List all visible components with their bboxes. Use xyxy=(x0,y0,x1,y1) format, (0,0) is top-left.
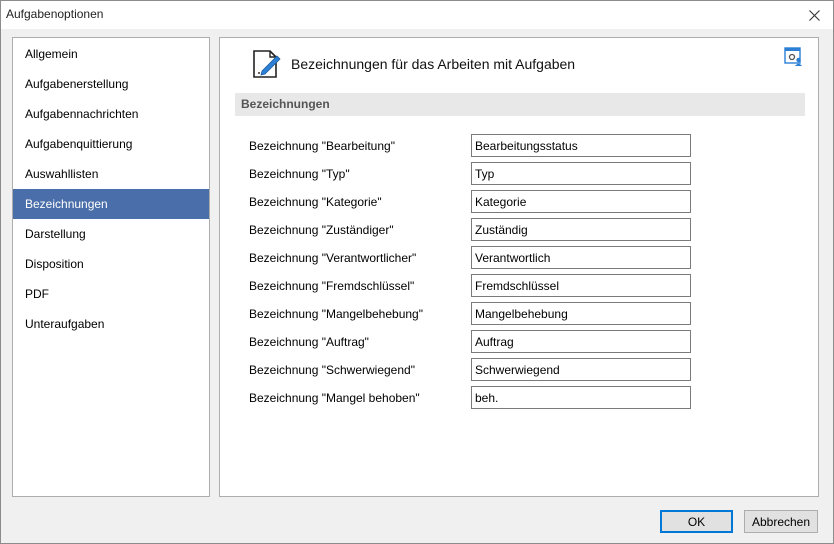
label-row: Bezeichnung "Schwerwiegend" xyxy=(220,358,820,386)
close-button[interactable] xyxy=(803,5,825,25)
row-label: Bezeichnung "Kategorie" xyxy=(249,195,382,209)
auftrag-field[interactable] xyxy=(471,330,691,353)
sidebar-item-allgemein[interactable]: Allgemein xyxy=(13,39,209,69)
typ-field[interactable] xyxy=(471,162,691,185)
fremdschluessel-field[interactable] xyxy=(471,274,691,297)
sidebar-item-aufgabennachrichten[interactable]: Aufgabennachrichten xyxy=(13,99,209,129)
row-label: Bezeichnung "Zuständiger" xyxy=(249,223,394,237)
sidebar-item-aufgabenquittierung[interactable]: Aufgabenquittierung xyxy=(13,129,209,159)
label-row: Bezeichnung "Zuständiger" xyxy=(220,218,820,246)
row-label: Bezeichnung "Verantwortlicher" xyxy=(249,251,417,265)
label-settings-list: Bezeichnung "Bearbeitung" Bezeichnung "T… xyxy=(220,134,820,414)
label-row: Bezeichnung "Bearbeitung" xyxy=(220,134,820,162)
sidebar-item-bezeichnungen[interactable]: Bezeichnungen xyxy=(13,189,209,219)
sidebar-item-aufgabenerstellung[interactable]: Aufgabenerstellung xyxy=(13,69,209,99)
mangelbehebung-field[interactable] xyxy=(471,302,691,325)
row-label: Bezeichnung "Fremdschlüssel" xyxy=(249,279,415,293)
label-row: Bezeichnung "Typ" xyxy=(220,162,820,190)
sidebar-item-disposition[interactable]: Disposition xyxy=(13,249,209,279)
title-bar: Aufgabenoptionen xyxy=(1,1,833,29)
settings-user-icon[interactable] xyxy=(784,47,804,67)
row-label: Bezeichnung "Mangelbehebung" xyxy=(249,307,423,321)
label-row: Bezeichnung "Verantwortlicher" xyxy=(220,246,820,274)
schwerwiegend-field[interactable] xyxy=(471,358,691,381)
page-title: Bezeichnungen für das Arbeiten mit Aufga… xyxy=(291,56,576,72)
document-edit-icon xyxy=(253,50,281,78)
category-list: Allgemein Aufgabenerstellung Aufgabennac… xyxy=(12,37,210,497)
zustaendiger-field[interactable] xyxy=(471,218,691,241)
settings-panel: Bezeichnungen für das Arbeiten mit Aufga… xyxy=(219,37,819,497)
dialog-window: Aufgabenoptionen Allgemein Aufgabenerste… xyxy=(0,0,834,544)
sidebar-item-auswahllisten[interactable]: Auswahllisten xyxy=(13,159,209,189)
verantwortlicher-field[interactable] xyxy=(471,246,691,269)
label-row: Bezeichnung "Kategorie" xyxy=(220,190,820,218)
sidebar-item-pdf[interactable]: PDF xyxy=(13,279,209,309)
row-label: Bezeichnung "Schwerwiegend" xyxy=(249,363,415,377)
sidebar-item-unteraufgaben[interactable]: Unteraufgaben xyxy=(13,309,209,339)
row-label: Bezeichnung "Typ" xyxy=(249,167,350,181)
row-label: Bezeichnung "Mangel behoben" xyxy=(249,391,420,405)
section-header: Bezeichnungen xyxy=(235,93,805,116)
cancel-button[interactable]: Abbrechen xyxy=(744,510,818,533)
sidebar-item-darstellung[interactable]: Darstellung xyxy=(13,219,209,249)
kategorie-field[interactable] xyxy=(471,190,691,213)
window-title: Aufgabenoptionen xyxy=(6,7,104,21)
bearbeitung-field[interactable] xyxy=(471,134,691,157)
row-label: Bezeichnung "Bearbeitung" xyxy=(249,139,395,153)
label-row: Bezeichnung "Fremdschlüssel" xyxy=(220,274,820,302)
mangel-behoben-field[interactable] xyxy=(471,386,691,409)
close-icon xyxy=(808,9,820,21)
label-row: Bezeichnung "Auftrag" xyxy=(220,330,820,358)
label-row: Bezeichnung "Mangelbehebung" xyxy=(220,302,820,330)
row-label: Bezeichnung "Auftrag" xyxy=(249,335,369,349)
label-row: Bezeichnung "Mangel behoben" xyxy=(220,386,820,414)
ok-button[interactable]: OK xyxy=(660,510,733,533)
